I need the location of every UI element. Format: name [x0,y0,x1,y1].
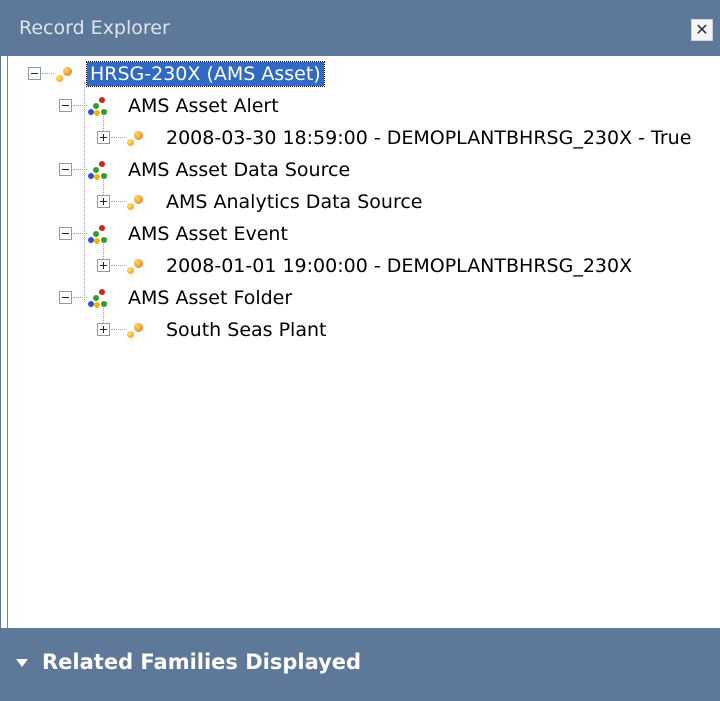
tree-connector [73,233,87,234]
tree-connector [111,329,125,330]
tree-node-family[interactable]: AMS Asset Alert [8,91,720,121]
panel-title: Record Explorer [19,17,170,39]
tree-node-label[interactable]: 2008-03-30 18:59:00 - DEMOPLANTBHRSG_230… [163,126,694,150]
triangle-down-icon[interactable] [16,659,28,667]
tree-node-label[interactable]: AMS Asset Folder [125,286,295,310]
related-families-bar[interactable]: Related Families Displayed [1,628,719,701]
tree-node-label[interactable]: AMS Asset Event [125,222,291,246]
related-families-label[interactable]: Related Families Displayed [42,650,361,674]
tree-node-family[interactable]: AMS Asset Event [8,219,720,249]
tree-node-label[interactable]: AMS Analytics Data Source [163,190,425,214]
record-icon [54,65,74,83]
family-icon [87,160,109,182]
record-tree: HRSG-230X (AMS Asset) AMS Asset Alert 20… [7,56,720,628]
collapse-icon[interactable] [59,291,72,304]
record-explorer-panel: Record Explorer ✕ HRSG-230X (AMS Asset) … [0,0,720,701]
tree-connector [73,297,87,298]
collapse-icon[interactable] [59,163,72,176]
title-bar: Record Explorer ✕ [1,0,719,56]
collapse-icon[interactable] [59,99,72,112]
tree-node-record[interactable]: 2008-01-01 19:00:00 - DEMOPLANTBHRSG_230… [8,251,720,281]
tree-connector [111,265,125,266]
tree-node-record[interactable]: South Seas Plant [8,315,720,345]
family-icon [87,288,109,310]
record-icon [125,257,145,275]
tree-node-record[interactable]: 2008-03-30 18:59:00 - DEMOPLANTBHRSG_230… [8,123,720,153]
tree-connector [73,169,87,170]
expand-icon[interactable] [97,195,110,208]
tree-node-record[interactable]: AMS Analytics Data Source [8,187,720,217]
tree-node-family[interactable]: AMS Asset Data Source [8,155,720,185]
tree-node-label[interactable]: AMS Asset Alert [125,94,282,118]
collapse-icon[interactable] [28,67,41,80]
expand-icon[interactable] [97,131,110,144]
tree-connector [42,73,54,74]
tree-connector [111,201,125,202]
tree-node-family[interactable]: AMS Asset Folder [8,283,720,313]
tree-node-root[interactable]: HRSG-230X (AMS Asset) [8,59,720,89]
family-icon [87,96,109,118]
expand-icon[interactable] [97,323,110,336]
tree-node-label[interactable]: AMS Asset Data Source [125,158,353,182]
tree-connector [111,137,125,138]
tree-connector [73,105,87,106]
record-icon [125,193,145,211]
record-icon [125,129,145,147]
tree-node-label[interactable]: South Seas Plant [163,318,329,342]
expand-icon[interactable] [97,259,110,272]
family-icon [87,224,109,246]
record-icon [125,321,145,339]
tree-node-label[interactable]: 2008-01-01 19:00:00 - DEMOPLANTBHRSG_230… [163,254,635,278]
tree-node-label[interactable]: HRSG-230X (AMS Asset) [86,61,325,87]
collapse-icon[interactable] [59,227,72,240]
close-icon[interactable]: ✕ [691,19,713,41]
